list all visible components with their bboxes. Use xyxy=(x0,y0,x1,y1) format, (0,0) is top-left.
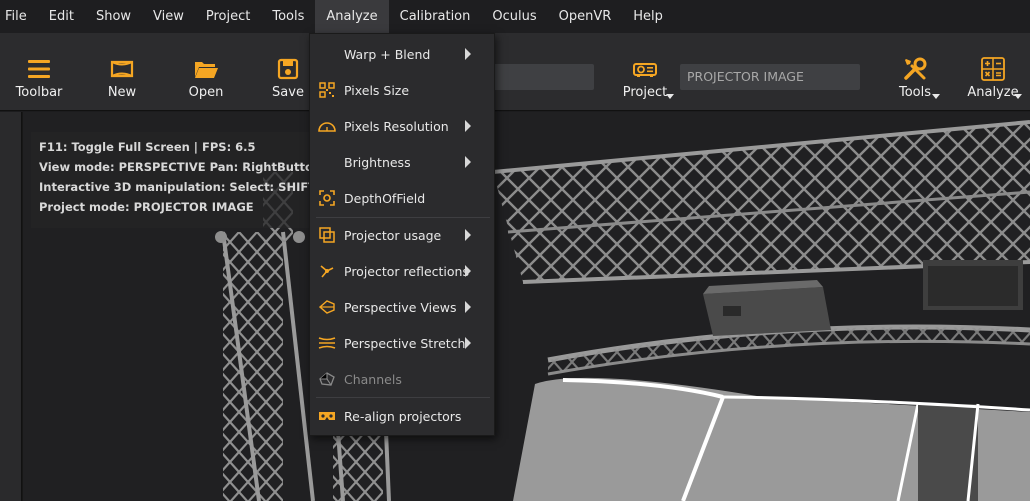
vr-goggles-icon xyxy=(318,407,336,425)
chevron-right-icon xyxy=(465,120,471,132)
analyze-button[interactable]: Analyze xyxy=(960,33,1026,111)
menu-edit[interactable]: Edit xyxy=(38,0,85,33)
open-button[interactable]: Open xyxy=(184,33,228,111)
focus-icon xyxy=(318,189,336,207)
chevron-right-icon xyxy=(465,156,471,168)
menu-oculus[interactable]: Oculus xyxy=(481,0,547,33)
menu-item-label: Projector usage xyxy=(344,227,442,243)
toolbar-label: Toolbar xyxy=(15,85,63,100)
reflection-icon xyxy=(318,262,336,280)
projector-icon xyxy=(631,55,659,83)
menu-item-label: Warp + Blend xyxy=(344,46,431,62)
menu-project[interactable]: Project xyxy=(195,0,261,33)
chevron-right-icon xyxy=(465,48,471,60)
menu-item-projector-usage[interactable]: Projector usage xyxy=(310,217,494,253)
overlay-line-fullscreen: F11: Toggle Full Screen | FPS: 6.5 xyxy=(39,140,256,154)
viewport-side-panel xyxy=(0,112,22,501)
hamburger-icon xyxy=(25,55,53,83)
perspective-icon xyxy=(318,298,336,316)
new-document-icon xyxy=(108,55,136,83)
new-label: New xyxy=(107,85,137,100)
analyze-dropdown-menu: Warp + Blend Pixels Size Pixels Resoluti… xyxy=(309,33,495,436)
overlay-line-projectmode: Project mode: PROJECTOR IMAGE xyxy=(39,200,254,214)
projector-model-right xyxy=(923,260,1023,310)
menu-item-label: Channels xyxy=(344,371,402,387)
chevron-down-icon xyxy=(1014,94,1022,99)
menu-item-label: Perspective Views xyxy=(344,299,457,315)
menu-item-brightness[interactable]: Brightness xyxy=(310,144,494,180)
menu-bar: File Edit Show View Project Tools Analyz… xyxy=(0,0,1030,33)
channels-icon xyxy=(318,370,336,388)
overlay-line-viewmode: View mode: PERSPECTIVE Pan: RightButton … xyxy=(39,160,323,174)
menu-item-warp-blend[interactable]: Warp + Blend xyxy=(310,36,494,72)
menu-analyze[interactable]: Analyze xyxy=(315,0,389,33)
menu-calibration[interactable]: Calibration xyxy=(389,0,482,33)
folder-open-icon xyxy=(192,55,220,83)
menu-item-channels: Channels xyxy=(310,361,494,397)
menu-item-label: Pixels Resolution xyxy=(344,118,449,134)
main-toolbar: Toolbar New Open Save Project PROJECTOR … xyxy=(0,33,1030,111)
save-disk-icon xyxy=(274,55,302,83)
menu-openvr[interactable]: OpenVR xyxy=(548,0,623,33)
save-label: Save xyxy=(272,85,304,100)
menu-item-label: Pixels Size xyxy=(344,82,410,98)
menu-item-label: DepthOfField xyxy=(344,190,426,206)
menu-file[interactable]: File xyxy=(0,0,38,33)
toolbar-button[interactable]: Toolbar xyxy=(12,33,66,111)
project-label: Project xyxy=(622,85,668,100)
new-button[interactable]: New xyxy=(100,33,144,111)
protractor-icon xyxy=(318,117,336,135)
menu-item-pixels-size[interactable]: Pixels Size xyxy=(310,72,494,108)
menu-item-depth-of-field[interactable]: DepthOfField xyxy=(310,180,494,216)
chevron-right-icon xyxy=(465,337,471,349)
menu-show[interactable]: Show xyxy=(85,0,142,33)
project-button[interactable]: Project xyxy=(614,33,676,111)
menu-tools[interactable]: Tools xyxy=(261,0,315,33)
overlap-icon xyxy=(318,226,336,244)
menu-view[interactable]: View xyxy=(142,0,195,33)
menu-item-label: Brightness xyxy=(344,154,411,170)
3d-viewport[interactable]: F11: Toggle Full Screen | FPS: 6.5 View … xyxy=(0,112,1030,501)
open-label: Open xyxy=(188,85,224,100)
analyze-label: Analyze xyxy=(967,85,1019,100)
projector-model-left xyxy=(703,280,831,336)
chevron-down-icon xyxy=(932,94,940,99)
stretch-icon xyxy=(318,334,336,352)
chevron-right-icon xyxy=(465,301,471,313)
tools-button[interactable]: Tools xyxy=(884,33,946,111)
menu-help[interactable]: Help xyxy=(622,0,674,33)
menu-item-label: Perspective Stretch xyxy=(344,335,466,351)
tools-label: Tools xyxy=(898,85,932,100)
menu-item-perspective-stretch[interactable]: Perspective Stretch xyxy=(310,325,494,361)
menu-item-perspective-views[interactable]: Perspective Views xyxy=(310,289,494,325)
menu-item-pixels-resolution[interactable]: Pixels Resolution xyxy=(310,108,494,144)
qr-grid-icon xyxy=(318,81,336,99)
chevron-right-icon xyxy=(465,229,471,241)
save-button[interactable]: Save xyxy=(268,33,308,111)
partially-hidden-field[interactable] xyxy=(492,64,594,90)
menu-item-label: Re-align projectors xyxy=(344,408,462,424)
chevron-down-icon xyxy=(666,94,674,99)
menu-item-projector-reflections[interactable]: Projector reflections xyxy=(310,253,494,289)
info-overlay: F11: Toggle Full Screen | FPS: 6.5 View … xyxy=(31,132,331,228)
overlay-line-manipulation: Interactive 3D manipulation: Select: SHI… xyxy=(39,180,323,194)
menu-item-label: Projector reflections xyxy=(344,263,469,279)
chevron-right-icon xyxy=(465,265,471,277)
wrench-screwdriver-icon xyxy=(901,55,929,83)
calculator-icon xyxy=(979,55,1007,83)
project-mode-field[interactable]: PROJECTOR IMAGE xyxy=(680,64,860,90)
menu-item-realign-projectors[interactable]: Re-align projectors xyxy=(310,398,494,434)
